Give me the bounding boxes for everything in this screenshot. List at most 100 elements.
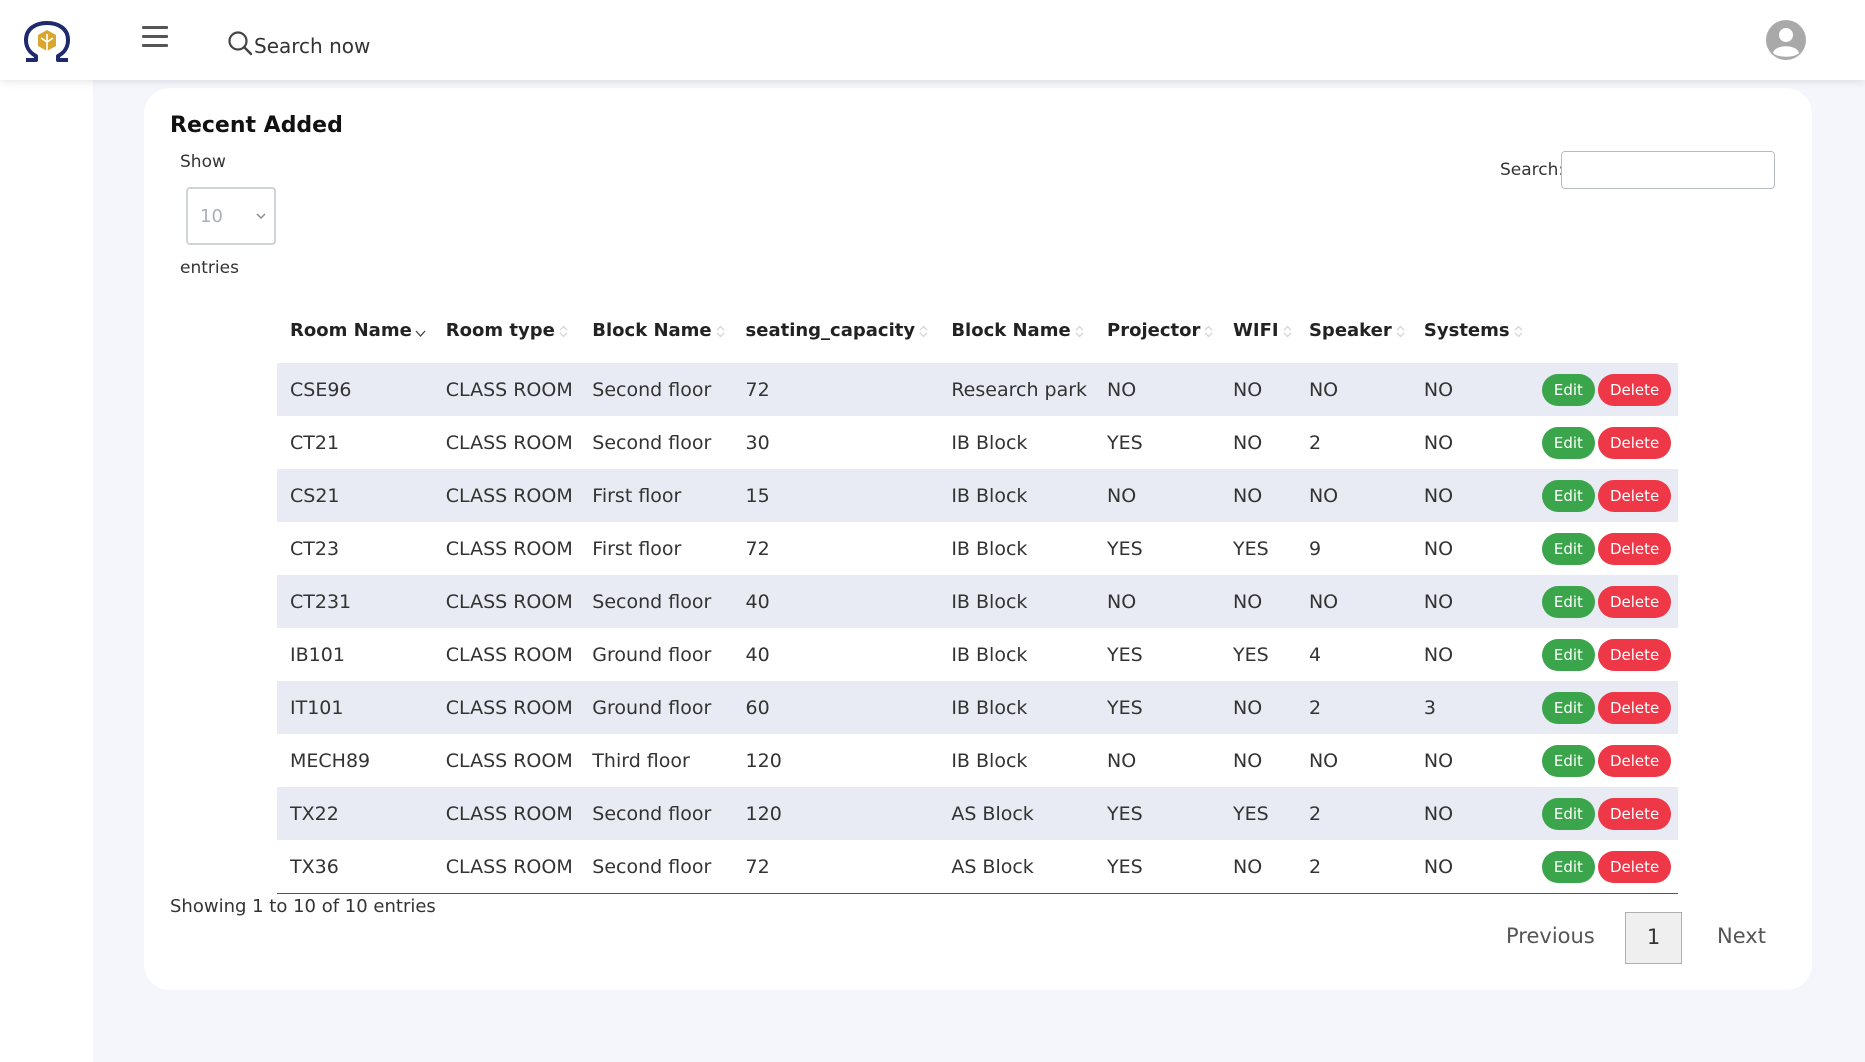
table-cell: 2 — [1308, 855, 1322, 878]
column-header[interactable]: Room type — [433, 298, 580, 363]
column-header[interactable]: Room Name — [277, 298, 433, 363]
table-cell: AS Block — [951, 855, 1034, 878]
column-header[interactable]: Systems — [1411, 298, 1529, 363]
table-cell: NO — [1220, 575, 1296, 628]
table-cell: 15 — [732, 469, 939, 522]
table-cell: 2 — [1295, 681, 1411, 734]
table-row: CT21 CLASS ROOM Second floor 30 IB Block YES N… — [277, 416, 1678, 469]
delete-button[interactable]: Delete — [1597, 744, 1672, 777]
table-cell: YES — [1220, 787, 1296, 840]
delete-button[interactable]: Delete — [1597, 691, 1672, 724]
table-header-row: Room Name Room type Block Name seating_capa… — [277, 298, 1678, 363]
column-header-label: Systems — [1423, 320, 1510, 341]
table-cell: CLASS ROOM — [445, 749, 573, 772]
delete-button[interactable]: Delete — [1597, 797, 1672, 830]
table-cell: NO — [1410, 575, 1529, 628]
delete-button[interactable]: Delete — [1597, 426, 1672, 459]
table-cell: YES — [1107, 855, 1143, 878]
search-icon[interactable] — [227, 30, 253, 56]
column-header-label: Room type — [445, 320, 555, 341]
omega-logo-icon[interactable] — [20, 20, 74, 64]
table-cell: CLASS ROOM — [432, 575, 580, 628]
table-cell: 40 — [745, 643, 770, 666]
table-cell: IT101 — [277, 681, 433, 734]
table-cell: YES — [1107, 431, 1143, 454]
table-cell: YES — [1233, 537, 1269, 560]
table-cell: NO — [1295, 575, 1411, 628]
row-actions: Edit Delete — [1529, 416, 1678, 469]
row-actions: Edit Delete — [1528, 363, 1678, 416]
column-header-label: Room Name — [290, 320, 412, 341]
edit-button[interactable]: Edit — [1541, 373, 1595, 406]
table-cell: CLASS ROOM — [445, 643, 573, 666]
column-header[interactable]: WIFI — [1220, 298, 1296, 363]
table-cell: NO — [1423, 749, 1454, 772]
delete-button[interactable]: Delete — [1597, 850, 1672, 883]
row-actions: Edit Delete — [1528, 787, 1678, 840]
table-cell: Research park — [938, 363, 1095, 416]
edit-button[interactable]: Edit — [1541, 585, 1595, 618]
table-cell: IB101 — [290, 643, 345, 666]
table-row: CS21 CLASS ROOM First floor 15 IB Block NO NO N… — [277, 469, 1678, 522]
table-cell: NO — [1423, 537, 1454, 560]
global-search-input[interactable] — [252, 33, 556, 59]
table-cell: 60 — [732, 681, 939, 734]
edit-button[interactable]: Edit — [1541, 426, 1595, 459]
table-search-input[interactable] — [1561, 151, 1775, 189]
column-header-label: Speaker — [1308, 320, 1392, 341]
delete-button[interactable]: Delete — [1597, 585, 1672, 618]
top-bar — [0, 0, 1865, 80]
table-cell: 72 — [745, 855, 770, 878]
edit-button[interactable]: Edit — [1541, 797, 1595, 830]
hamburger-menu-icon[interactable] — [142, 26, 168, 50]
table-cell: MECH89 — [290, 749, 371, 772]
row-actions: Edit Delete — [1529, 522, 1678, 575]
column-header[interactable]: seating_capacity — [733, 298, 939, 363]
delete-button[interactable]: Delete — [1597, 532, 1672, 565]
user-avatar-icon[interactable] — [1766, 20, 1806, 60]
table-cell: CLASS ROOM — [445, 431, 573, 454]
table-cell: 72 — [745, 537, 770, 560]
table-cell: IB Block — [938, 575, 1095, 628]
table-cell: IB Block — [951, 537, 1028, 560]
table-cell: NO — [1423, 643, 1454, 666]
table-cell: NO — [1410, 787, 1529, 840]
table-row: TX36 CLASS ROOM Second floor 72 AS Block YES N… — [277, 840, 1678, 894]
column-header[interactable]: Projector — [1094, 298, 1220, 363]
table-row: CT231 CLASS ROOM Second floor 40 IB Block NO N… — [277, 575, 1678, 628]
delete-button[interactable]: Delete — [1597, 373, 1672, 406]
pagination-previous-button[interactable]: Previous — [1506, 924, 1595, 948]
pagination-next-button[interactable]: Next — [1717, 924, 1766, 948]
delete-button[interactable]: Delete — [1597, 638, 1672, 671]
edit-button[interactable]: Edit — [1541, 638, 1595, 671]
delete-button[interactable]: Delete — [1597, 479, 1672, 512]
edit-button[interactable]: Edit — [1541, 479, 1595, 512]
sort-descending-icon — [415, 330, 426, 337]
table-cell: CLASS ROOM — [445, 855, 573, 878]
edit-button[interactable]: Edit — [1541, 691, 1595, 724]
column-header[interactable]: Speaker — [1296, 298, 1411, 363]
table-cell: 3 — [1410, 681, 1529, 734]
chevron-down-icon — [256, 213, 266, 219]
sort-icon — [1514, 325, 1523, 337]
sort-icon — [559, 325, 568, 337]
table-cell: IB Block — [951, 431, 1028, 454]
edit-button[interactable]: Edit — [1541, 744, 1595, 777]
sidebar — [0, 80, 93, 1062]
table-cell: NO — [1107, 749, 1137, 772]
table-cell: CS21 — [277, 469, 433, 522]
edit-button[interactable]: Edit — [1541, 850, 1595, 883]
table-cell: CLASS ROOM — [432, 469, 580, 522]
column-header[interactable]: Block Name — [938, 298, 1094, 363]
table-row: IB101 CLASS ROOM Ground floor 40 IB Block YES… — [277, 628, 1678, 681]
table-cell: 30 — [745, 431, 770, 454]
column-header[interactable]: Block Name — [579, 298, 732, 363]
entries-per-page-select[interactable]: 10 — [186, 187, 276, 245]
recent-added-card: Recent Added Show 10 entries Search: Roo… — [144, 88, 1812, 990]
table-body: CSE96 CLASS ROOM Second floor 72 Research pa… — [277, 363, 1678, 894]
table-cell: AS Block — [938, 787, 1095, 840]
table-cell: CLASS ROOM — [432, 681, 580, 734]
table-cell: TX22 — [277, 787, 433, 840]
pagination-page-1[interactable]: 1 — [1625, 912, 1682, 964]
edit-button[interactable]: Edit — [1541, 532, 1595, 565]
